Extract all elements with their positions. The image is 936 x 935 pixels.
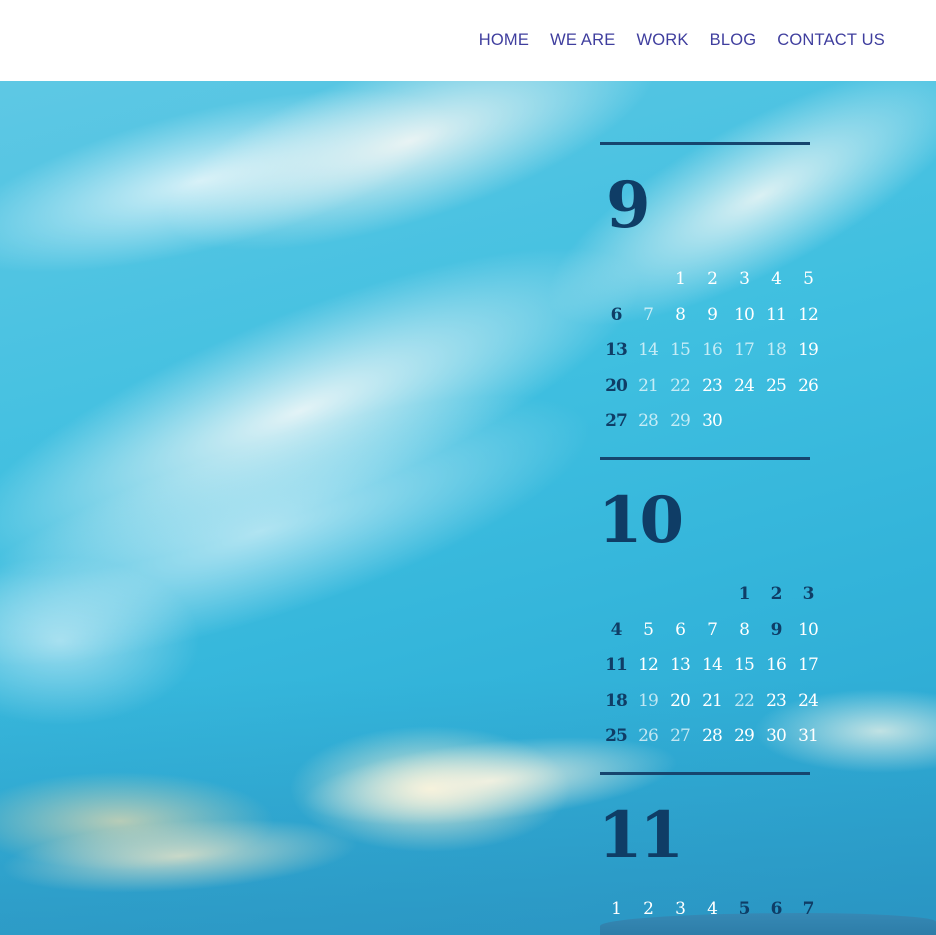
day-cell: 12 [798, 304, 819, 325]
day-cell: 14 [702, 655, 723, 675]
day-cell: 27 [605, 411, 628, 431]
day-cell: 9 [707, 304, 718, 325]
day-cell: 23 [766, 690, 787, 711]
day-cell: 12 [638, 655, 659, 675]
day-cell: 16 [766, 655, 787, 675]
day-cell: 21 [702, 690, 723, 711]
day-cell: 4 [610, 619, 623, 640]
cloud-shape [0, 808, 363, 904]
day-cell: 4 [707, 899, 718, 919]
calendar-divider [600, 142, 810, 145]
day-cell: 3 [739, 269, 750, 289]
day-cell [664, 577, 696, 613]
day-cell: 15 [734, 655, 755, 675]
day-cell [760, 404, 792, 440]
day-cell: 3 [802, 584, 815, 604]
day-cell [600, 577, 632, 613]
day-cell: 22 [670, 375, 691, 396]
day-cell: 25 [605, 726, 628, 746]
day-cell: 20 [670, 690, 691, 711]
day-cell: 8 [739, 619, 750, 640]
nav-home-link[interactable]: HOME [479, 31, 529, 50]
day-cell: 20 [605, 375, 628, 396]
nav-blog-link[interactable]: BLOG [710, 31, 757, 50]
main-nav: HOME WE ARE WORK BLOG CONTACT US [479, 31, 885, 50]
calendar-days: 1 2 3 4 5 6 7 [600, 892, 824, 928]
day-cell: 1 [611, 899, 622, 919]
day-cell: 25 [766, 375, 787, 396]
day-cell: 30 [702, 411, 723, 431]
day-cell: 5 [643, 619, 654, 640]
day-cell: 13 [670, 655, 691, 675]
day-cell: 2 [770, 584, 783, 604]
day-cell: 2 [707, 269, 718, 289]
day-cell: 9 [770, 619, 783, 640]
day-cell: 1 [675, 269, 686, 289]
day-cell: 6 [675, 619, 686, 640]
month-number: 10 [598, 483, 684, 558]
nav-contact-us-link[interactable]: CONTACT US [777, 31, 885, 50]
day-cell: 16 [702, 340, 723, 360]
day-cell [600, 262, 632, 298]
day-cell: 29 [670, 411, 691, 431]
day-cell: 26 [798, 375, 819, 396]
day-cell: 15 [670, 340, 691, 360]
day-cell: 14 [638, 340, 659, 360]
day-cell: 10 [798, 619, 819, 640]
day-cell: 5 [803, 269, 814, 289]
nav-work-link[interactable]: WORK [636, 31, 688, 50]
day-cell: 11 [766, 304, 787, 325]
day-cell: 24 [798, 690, 819, 711]
day-cell: 28 [638, 411, 659, 431]
site-header: HOME WE ARE WORK BLOG CONTACT US [0, 0, 936, 81]
day-cell: 8 [675, 304, 686, 325]
day-cell: 6 [610, 304, 623, 325]
calendar-divider [600, 772, 810, 775]
day-cell: 7 [643, 304, 654, 325]
day-cell: 31 [798, 726, 819, 746]
calendar-month-11: 11 1 2 3 4 5 6 7 [598, 772, 814, 935]
day-cell: 10 [734, 304, 755, 325]
calendar-month-9: 9 1 2 3 4 5 6 7 8 9 10 11 12 13 14 15 16… [600, 142, 819, 442]
day-cell: 21 [638, 375, 659, 396]
day-cell: 19 [798, 340, 819, 360]
day-cell: 7 [707, 619, 718, 640]
day-cell: 24 [734, 375, 755, 396]
day-cell: 7 [802, 899, 815, 919]
day-cell [632, 577, 664, 613]
day-cell: 18 [766, 340, 787, 360]
day-cell: 28 [702, 726, 723, 746]
day-cell: 17 [798, 655, 819, 675]
day-cell: 26 [638, 726, 659, 746]
day-cell [696, 577, 728, 613]
day-cell: 4 [771, 269, 782, 289]
day-cell: 27 [670, 726, 691, 746]
month-number: 9 [606, 168, 650, 243]
day-cell: 2 [643, 899, 654, 919]
day-cell [792, 404, 824, 440]
month-number: 11 [598, 798, 684, 873]
calendar-days: 1 2 3 4 5 6 7 8 9 10 11 12 13 14 15 16 1… [600, 577, 824, 755]
day-cell: 13 [605, 340, 628, 360]
calendar-divider [600, 457, 810, 460]
day-cell: 3 [675, 899, 686, 919]
day-cell: 11 [605, 655, 628, 675]
nav-we-are-link[interactable]: WE ARE [550, 31, 615, 50]
day-cell: 30 [766, 726, 787, 746]
calendar-month-10: 10 1 2 3 4 5 6 7 8 9 10 11 12 13 14 15 1… [598, 457, 819, 757]
day-cell: 29 [734, 726, 755, 746]
day-cell [632, 262, 664, 298]
day-cell: 6 [770, 899, 783, 919]
day-cell: 1 [738, 584, 751, 604]
day-cell: 19 [638, 690, 659, 711]
day-cell: 18 [605, 690, 628, 711]
day-cell: 17 [734, 340, 755, 360]
calendar-days: 1 2 3 4 5 6 7 8 9 10 11 12 13 14 15 16 1… [600, 262, 824, 440]
day-cell: 5 [738, 899, 751, 919]
day-cell: 23 [702, 375, 723, 396]
day-cell: 22 [734, 690, 755, 711]
day-cell [728, 404, 760, 440]
